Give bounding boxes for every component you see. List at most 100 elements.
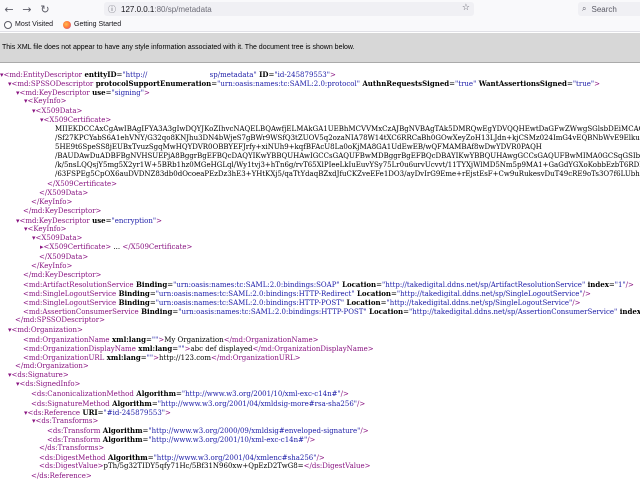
bookmark-label: Getting Started <box>74 21 122 28</box>
bookmark-star-icon[interactable]: ☆ <box>462 3 470 13</box>
xml-token: /> <box>360 426 369 435</box>
xml-token: "#id-245879553" <box>103 408 166 417</box>
xml-token: MIIEKDCCAxCgAwIBAgIFYA3A3gIwDQYJKoZIhvcN… <box>55 124 640 133</box>
xml-token: <md:ArtifactResolutionService <box>23 280 134 289</box>
xml-token: abc def displayed <box>190 344 253 353</box>
xml-token: /> <box>340 390 349 399</box>
xml-line: /k/5nsLQQsjY5mg5X2yr1W+5BRb1hz0MGeHGLql/… <box>0 161 640 170</box>
firefox-icon <box>63 20 71 29</box>
xml-token: <md:Organization> <box>11 325 83 334</box>
xml-line: </md:KeyDescriptor> <box>0 207 640 216</box>
xml-token: "true" <box>455 80 477 89</box>
xml-line: <md:OrganizationURL xml:lang="">http://1… <box>0 353 640 362</box>
xml-token: <ds:Reference <box>27 408 81 417</box>
xml-token: </ds:Reference> <box>31 471 92 480</box>
xml-token: index <box>585 279 609 289</box>
xml-token: Binding <box>133 279 168 289</box>
xml-line: ▾<X509Data> <box>0 107 640 116</box>
xml-token: <X509Certificate> <box>43 115 112 124</box>
xml-line: <ds:CanonicalizationMethod Algorithm="ht… <box>0 389 640 398</box>
xml-line: </md:SPSSODescriptor> <box>0 316 640 325</box>
back-arrow-icon[interactable]: ← <box>0 0 18 18</box>
xml-token: "urn:oasis:names:tc:SAML:2.0:bindings:SO… <box>173 280 340 289</box>
xml-token: </md:OrganizationURL> <box>211 353 301 362</box>
xml-token: </ds:DigestValue> <box>303 462 371 471</box>
xml-token: Location <box>344 298 381 308</box>
xml-token: </md:OrganizationDisplayName> <box>252 344 374 353</box>
search-icon: ⌕ <box>582 4 587 13</box>
xml-token: "http://takedigital.ddns.net/sp/Assertio… <box>409 308 618 317</box>
xml-token: <ds:DigestValue> <box>39 462 104 471</box>
reload-icon[interactable]: ↻ <box>36 0 54 18</box>
xml-line: <md:SingleLogoutService Binding="urn:oas… <box>0 298 640 307</box>
xml-token: Location <box>366 307 404 317</box>
xml-line: ▾<ds:SignedInfo> <box>0 380 640 389</box>
xml-token: <md:SingleLogoutService <box>23 290 117 298</box>
xml-token: <md:OrganizationURL <box>23 353 105 362</box>
xml-line: ▾<ds:Reference URI="#id-245879553"> <box>0 408 640 417</box>
xml-line: </X509Data> <box>0 253 640 262</box>
xml-token: xml:lang <box>109 334 146 344</box>
browser-toolbar: ← → ↻ ⓘ 127.0.0.1:80/sp/metadata ☆ ⌕ Sea… <box>0 0 640 18</box>
xml-token: "http://www.w3.org/2001/10/xml-exc-c14n#… <box>181 390 341 399</box>
xml-token: Binding <box>116 298 150 308</box>
xml-token: <md:AssertionConsumerService <box>23 308 139 317</box>
bookmarks-bar: Most Visited Getting Started <box>0 18 640 32</box>
xml-token: </md:SPSSODescriptor> <box>15 316 105 325</box>
xml-token: </md:OrganizationName> <box>223 335 319 344</box>
xml-token: "http://takedigital.ddns.net/sp/SingleLo… <box>396 290 583 298</box>
xml-line: ▾<md:KeyDescriptor use="signing"> <box>0 88 640 97</box>
xml-token: ID <box>256 70 269 79</box>
xml-token: protocolSupportEnumeration <box>93 79 212 89</box>
xml-token: "true" <box>572 80 595 89</box>
xml-token: "http://www.w3.org/2001/04/xmlenc#sha256… <box>153 454 317 463</box>
xml-token: <KeyInfo> <box>27 225 67 234</box>
xml-line: <ds:SignatureMethod Algorithm="http://ww… <box>0 399 640 408</box>
search-bar[interactable]: ⌕ Search <box>578 2 640 16</box>
bookmark-getting-started[interactable]: Getting Started <box>63 20 122 29</box>
xml-line: ▾<md:SPSSODescriptor protocolSupportEnum… <box>0 79 640 88</box>
xml-line: <ds:Transform Algorithm="http://www.w3.o… <box>0 426 640 435</box>
xml-token: Algorithm <box>133 389 177 399</box>
bookmark-most-visited[interactable]: Most Visited <box>4 20 53 29</box>
xml-line: <md:SingleLogoutService Binding="urn:oas… <box>0 289 640 298</box>
xml-line: 5HE9t6SpeSS8jEUBxTvuzSgqMwHQYDVR0OBBYEFJ… <box>0 143 640 152</box>
xml-token: AuthnRequestsSigned <box>359 79 450 89</box>
forward-arrow-icon[interactable]: → <box>18 0 36 18</box>
xml-line: <ds:Transform Algorithm="http://www.w3.o… <box>0 435 640 444</box>
xml-line: ▾<ds:Transforms> <box>0 417 640 426</box>
xml-token: > <box>165 408 171 417</box>
xml-token: <KeyInfo> <box>27 97 67 106</box>
xml-token: Location <box>339 279 377 289</box>
url-path: :80/sp/metadata <box>154 4 212 14</box>
xml-token: <ds:CanonicalizationMethod <box>31 390 134 399</box>
xml-line: <md:ArtifactResolutionService Binding="u… <box>0 280 640 289</box>
xml-token: <md:KeyDescriptor <box>19 89 90 98</box>
xml-line: <md:OrganizationName xml:lang="">My Orga… <box>0 335 640 344</box>
xml-token: Binding <box>116 289 150 298</box>
page-info-icon[interactable]: ⓘ <box>108 4 116 15</box>
xml-token: xml:lang <box>104 352 141 362</box>
xml-token: Location <box>354 289 392 298</box>
xml-token: "http:// sp/metadata" <box>122 71 257 79</box>
xml-token: "signing" <box>111 89 145 98</box>
xml-token: index <box>617 307 640 317</box>
xml-line: ▾<ds:Signature> <box>0 371 640 380</box>
xml-line: ▸<X509Certificate> ... </X509Certificate… <box>0 243 640 252</box>
xml-token: <md:SingleLogoutService <box>23 299 117 308</box>
xml-line: <md:AssertionConsumerService Binding="ur… <box>0 307 640 316</box>
url-bar[interactable]: ⓘ 127.0.0.1:80/sp/metadata ☆ <box>104 2 474 16</box>
url-host: 127.0.0.1 <box>121 4 155 14</box>
xml-token: http://123.com <box>158 353 212 362</box>
xml-token: /> <box>316 454 325 463</box>
xml-line: ▾<X509Data> <box>0 234 640 243</box>
globe-icon <box>4 20 12 29</box>
xml-line: </md:KeyDescriptor> <box>0 271 640 280</box>
xml-token: URI <box>80 407 98 417</box>
xml-token: </md:KeyDescriptor> <box>23 206 102 215</box>
xml-line: </ds:Transforms> <box>0 444 640 453</box>
xml-line: </md:Organization> <box>0 362 640 371</box>
xml-line: /63FSPEg5CpOX6auDVDNZ83db0dOcoeaPEzDz3hE… <box>0 170 640 179</box>
xml-line: ▾<md:Organization> <box>0 326 640 335</box>
xml-token: "urn:oasis:names:tc:SAML:2.0:bindings:HT… <box>178 308 367 317</box>
